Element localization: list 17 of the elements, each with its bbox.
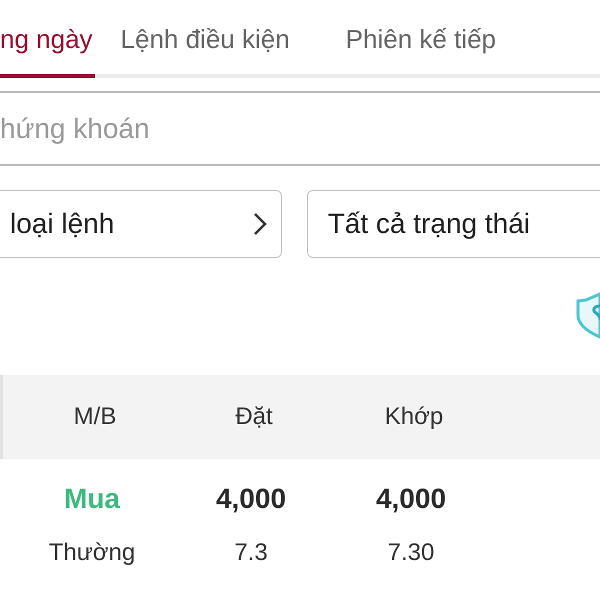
- column-header: M/B: [72, 402, 118, 432]
- chevron-right-icon: [252, 212, 267, 236]
- tab[interactable]: ng ngày: [0, 4, 95, 78]
- search-field[interactable]: hứng khoán: [0, 93, 600, 164]
- tab[interactable]: Phiên kế tiếp: [346, 4, 496, 78]
- column-header: Đặt: [234, 402, 274, 432]
- table-cell-text: 7.3: [233, 538, 269, 568]
- table-cell-text: 4,000: [374, 482, 448, 516]
- table-cell-text: 7.30: [386, 538, 436, 568]
- filter-dropdown[interactable]: loại lệnh: [0, 190, 282, 258]
- shield-dollar-icon[interactable]: [574, 290, 600, 338]
- table-cell-text: Thường: [48, 538, 136, 568]
- filter-dropdown[interactable]: Tất cả trạng thái: [306, 190, 600, 258]
- table-cell-text: Mua: [63, 482, 122, 516]
- column-header: Khớp: [384, 402, 444, 432]
- tab[interactable]: Lệnh điều kiện: [120, 4, 290, 78]
- table-cell-text: 4,000: [214, 482, 288, 516]
